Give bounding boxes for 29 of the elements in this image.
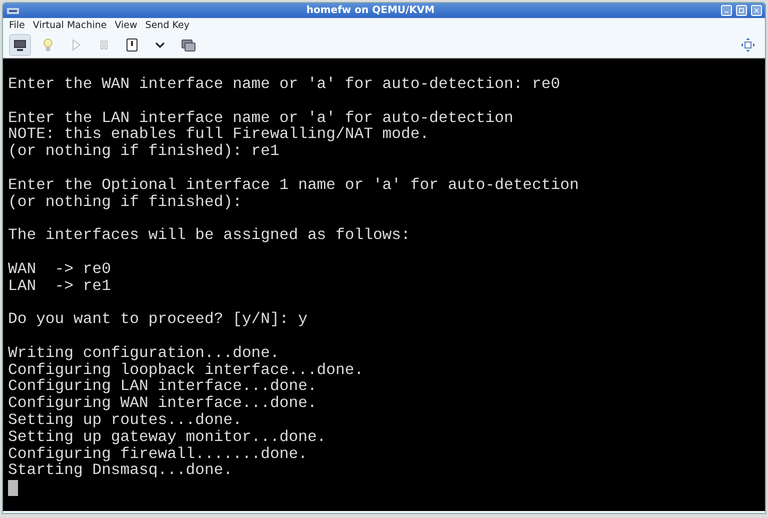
console-line: Configuring LAN interface...done. xyxy=(8,378,318,396)
console-line: (or nothing if finished): xyxy=(8,194,243,210)
console-line: Writing configuration...done. xyxy=(8,344,280,362)
minimize-button[interactable] xyxy=(721,5,732,16)
console-line: Enter the WAN interface name or 'a' for auto-detection: re0 xyxy=(8,76,562,93)
console-line: Do you want to proceed? [y/N]: y xyxy=(8,311,308,328)
window-title: homefw on QEMU/KVM xyxy=(305,5,436,16)
console-line: Setting up gateway monitor...done. xyxy=(8,428,328,446)
console-line: Configuring WAN interface...done. xyxy=(8,395,318,412)
console-line: Configuring loopback interface...done. xyxy=(8,362,365,378)
console-line: LAN -> re1 xyxy=(8,278,112,294)
console-line: The interfaces will be assigned as follows: xyxy=(8,227,412,244)
menu-item[interactable]: Send Key xyxy=(145,20,190,30)
close-button[interactable] xyxy=(751,5,762,16)
move-arrows-icon xyxy=(740,37,756,53)
console-line: Enter the LAN interface name or 'a' for auto-detection xyxy=(8,110,514,126)
menu-item[interactable]: View xyxy=(114,20,138,30)
app-icon xyxy=(6,6,20,16)
console-line: Starting Dnsmasq...done. xyxy=(8,462,234,480)
console-line: Enter the Optional interface 1 name or 'a' for auto-detection xyxy=(8,176,580,194)
menu-item[interactable]: Virtual Machine xyxy=(32,20,107,30)
menu-item[interactable]: File xyxy=(9,20,25,30)
console-line: WAN -> re0 xyxy=(8,260,112,278)
console-line: Configuring firewall.......done. xyxy=(8,446,308,462)
maximize-button[interactable] xyxy=(736,5,747,16)
console-line: NOTE: this enables full Firewalling/NAT mode. xyxy=(8,126,430,144)
monitor-button[interactable] xyxy=(9,34,31,56)
console-line: (or nothing if finished): re1 xyxy=(8,143,280,160)
console-line: Setting up routes...done. xyxy=(8,412,243,429)
